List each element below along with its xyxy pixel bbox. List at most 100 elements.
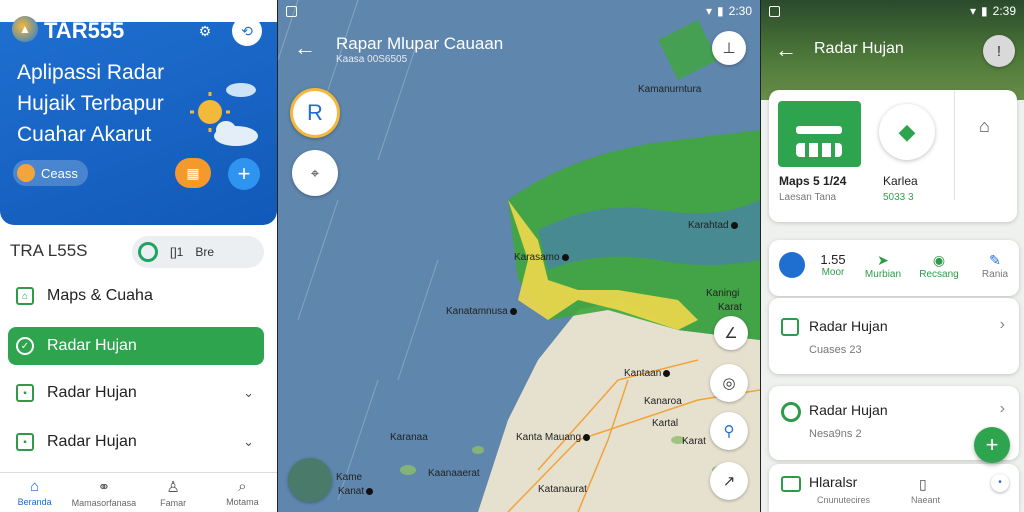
item-title: Radar Hujan: [809, 402, 888, 418]
add-fab-button[interactable]: +: [974, 427, 1010, 463]
menu-item-radar-2[interactable]: ▪ Radar Hujan ⌄: [8, 423, 264, 461]
map-label: Karat: [718, 302, 742, 313]
map-label: Kamanurntura: [638, 84, 702, 95]
bottom-sub-2: Naeant: [911, 495, 941, 505]
stat-item[interactable]: ◉ Recsang: [911, 252, 967, 280]
stat-label: Moor: [821, 267, 845, 278]
chip-label: Ceass: [41, 165, 78, 181]
map-label: Kantaan: [624, 368, 671, 379]
app-title: TAR555: [44, 18, 125, 43]
info-button[interactable]: !: [983, 35, 1015, 67]
bottom-sub-1: Cnunutecires: [817, 495, 871, 505]
calendar-icon: ▪: [16, 384, 34, 402]
nav-label: Famar: [160, 497, 187, 508]
camera-button[interactable]: ◎: [710, 364, 748, 402]
section-title: TRA L55S: [10, 241, 88, 260]
user-icon: ♙: [166, 478, 180, 496]
tag-icon[interactable]: ⌂: [979, 116, 990, 137]
wifi-icon: ▾: [970, 4, 977, 18]
stat-item[interactable]: 1.55 Moor: [805, 252, 861, 278]
map-subtitle: Kaasa 00S6505: [336, 54, 408, 65]
calendar-button[interactable]: ▦: [175, 158, 211, 188]
add-button[interactable]: +: [228, 158, 260, 190]
nav-search[interactable]: ⌕ Motama: [208, 473, 277, 512]
wifi-icon: ▾: [216, 4, 223, 18]
map-title: Rapar Mlupar Cauaan: [336, 34, 504, 53]
refresh-icon: [781, 402, 801, 422]
menu-label: Radar Hujan: [47, 384, 137, 401]
back-arrow-icon[interactable]: ←: [294, 35, 316, 61]
bottom-card: Hlaralsr Cnunutecires ▯ Naeant •: [769, 464, 1019, 512]
stat-item[interactable]: ➤ Murbian: [855, 252, 911, 280]
radar-map-screen: ▾ ▮ 2:30 ← Rapar Mlupar Cauaan Kaasa 00S…: [278, 0, 760, 512]
radar-layer-button[interactable]: R: [290, 88, 340, 138]
item-sub: Cuases 23: [809, 344, 862, 356]
maps-thumbnail[interactable]: [778, 101, 861, 167]
layers-icon[interactable]: ◆: [879, 104, 935, 160]
stat-item[interactable]: ✎ Rania: [967, 252, 1023, 280]
menu-label: Radar Hujan: [47, 337, 137, 354]
route-button[interactable]: ↗: [710, 462, 748, 500]
location-chip[interactable]: Ceass: [13, 160, 88, 186]
measure-button[interactable]: ∠: [714, 316, 748, 350]
app-logo-icon: ▲: [12, 16, 38, 42]
card-right-sub: 5033 3: [883, 192, 914, 203]
avatar[interactable]: [779, 252, 805, 278]
map-thumbnail[interactable]: [288, 458, 332, 502]
home-icon: ⌂: [16, 287, 34, 305]
chevron-right-icon: ›: [999, 316, 1005, 333]
hero-text: Aplipassi Radar Hujaik Terbapur Cuahar A…: [17, 61, 165, 146]
document-icon[interactable]: ▯: [919, 476, 927, 493]
pencil-icon: ✎: [989, 252, 1001, 268]
nav-home[interactable]: ⌂ Beranda: [0, 473, 69, 512]
menu-item-radar-active[interactable]: ✓ Radar Hujan: [8, 327, 264, 365]
menu-label: Radar Hujan: [47, 433, 137, 450]
menu-label: Maps & Cuaha: [47, 287, 153, 304]
nav-profile[interactable]: ♙ Famar: [139, 473, 208, 512]
search-icon: ⌕: [238, 478, 247, 495]
map-label: Kaningi: [706, 288, 740, 299]
map-label: Karanaa: [390, 432, 428, 443]
grid-icon: [781, 318, 799, 336]
map-label: Karat: [682, 436, 706, 447]
menu-item-maps[interactable]: ⌂ Maps & Cuaha: [8, 277, 264, 315]
chevron-down-icon[interactable]: ⌄: [243, 385, 254, 401]
menu-item-radar[interactable]: ▪ Radar Hujan ⌄: [8, 374, 264, 412]
nav-label: Beranda: [17, 497, 52, 507]
bottom-navigation: ⌂ Beranda ⚭ Mamasorfanasa ♙ Famar ⌕ Motama: [0, 472, 277, 512]
my-location-button[interactable]: ⚲: [710, 412, 748, 450]
map-label: Kaanaaerat: [428, 468, 480, 479]
pill-text-1[interactable]: []1: [170, 245, 183, 259]
divider: [954, 90, 955, 200]
pill-text-2[interactable]: Bre: [195, 245, 214, 259]
status-bar: ▾ ▮ 16:31: [0, 0, 277, 22]
weather-sun-cloud-icon: [190, 83, 258, 146]
radar-detail-screen: ▾ ▮ 2:39 ← Radar Hujan ! Maps 5 1/24 Lae…: [761, 0, 1024, 512]
location-icon: [17, 164, 35, 182]
quick-actions-pill[interactable]: []1 Bre: [132, 236, 264, 268]
card-left-title: Maps 5 1/24: [779, 174, 847, 188]
battery-icon: ▮: [981, 4, 988, 18]
stat-value: 1.55: [820, 252, 846, 267]
location-dot-icon[interactable]: •: [991, 474, 1009, 492]
share-icon[interactable]: ⟲: [232, 16, 262, 46]
radar-icon[interactable]: [138, 242, 158, 262]
stat-label: Rania: [981, 269, 1009, 280]
calendar-icon: ▪: [16, 433, 34, 451]
location-pin-button[interactable]: ⌖: [292, 150, 338, 196]
list-item[interactable]: Radar Hujan Cuases 23 ›: [769, 298, 1019, 374]
wind-icon: ➤: [877, 252, 889, 268]
status-time: 2:30: [728, 4, 752, 18]
status-time: 2:39: [992, 4, 1016, 18]
back-arrow-icon[interactable]: ←: [775, 37, 797, 63]
compass-button[interactable]: ⊥: [712, 31, 746, 65]
chevron-down-icon[interactable]: ⌄: [243, 434, 254, 450]
check-icon: ✓: [16, 337, 34, 355]
bottom-title: Hlaralsr: [809, 474, 858, 490]
card-right-title: Karlea: [883, 174, 918, 188]
cloud-sync-icon[interactable]: ⚙: [190, 16, 220, 46]
nav-tools[interactable]: ⚭ Mamasorfanasa: [69, 473, 138, 512]
map-label: Karasamo: [514, 252, 569, 263]
nav-label: Mamasorfanasa: [71, 497, 137, 508]
home-icon: ⌂: [30, 478, 40, 495]
